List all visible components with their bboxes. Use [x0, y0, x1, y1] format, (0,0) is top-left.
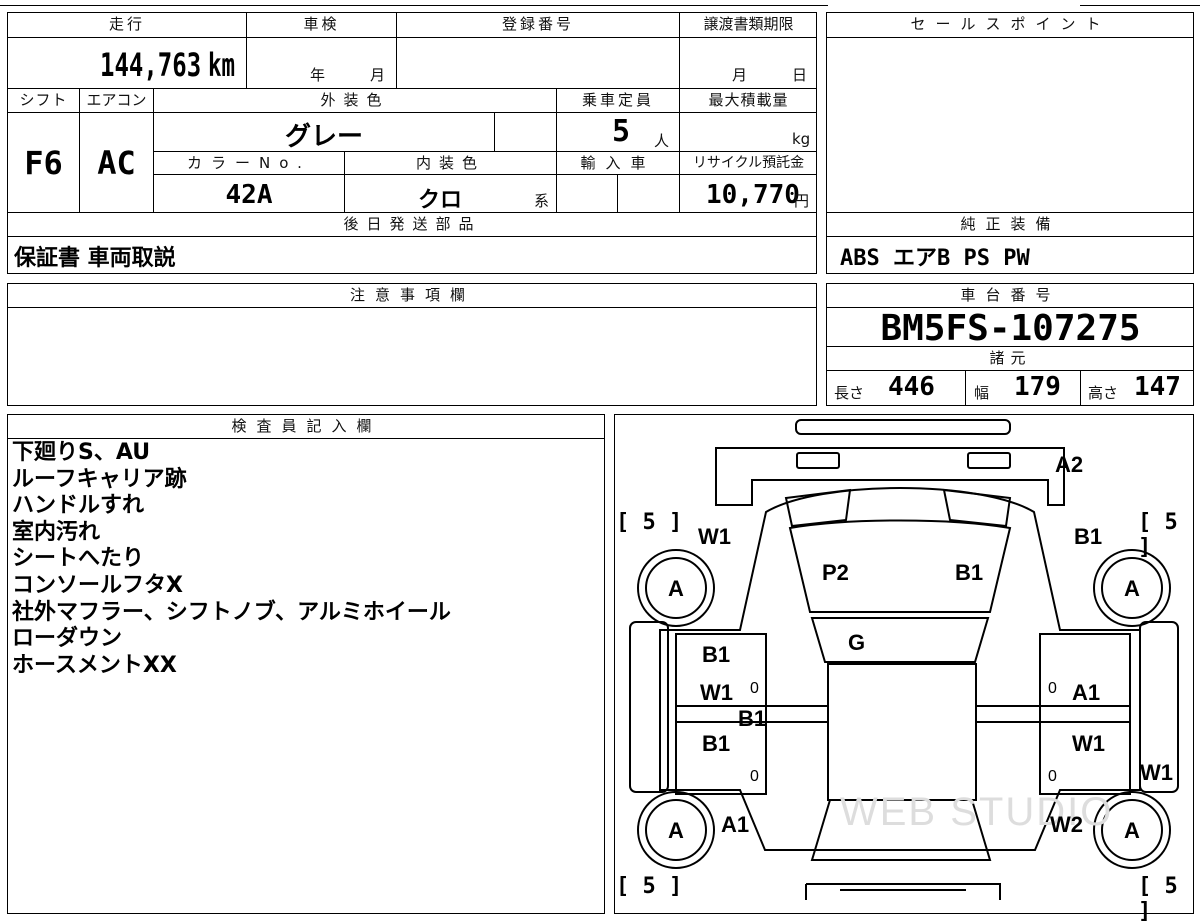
inspector-header: 検査員記入欄: [231, 417, 382, 435]
label-a2: A2: [1055, 452, 1084, 477]
label-w1-front-left: W1: [698, 524, 731, 549]
inspector-note: 社外マフラー、シフトノブ、アルミホイール: [12, 599, 451, 625]
import-header: 輸入車: [580, 154, 656, 172]
tread-rl: [ 5 ]: [616, 874, 683, 899]
height-label: 高さ: [1088, 384, 1119, 402]
specs-header: 諸元: [989, 349, 1032, 367]
label-b1-left-door2: B1: [702, 731, 731, 756]
top-rule: [0, 5, 828, 6]
notes-header: 注意事項欄: [349, 286, 475, 304]
capacity-header: 乗車定員: [581, 91, 654, 109]
label-w1-left-door: W1: [700, 680, 733, 705]
transfer-deadline-header: 譲渡書類期限: [703, 15, 794, 33]
label-g: G: [848, 630, 866, 655]
interior-suffix: 系: [534, 192, 550, 210]
shaken-year-unit: 年: [310, 66, 326, 84]
mark-zero-3: 0: [1048, 680, 1057, 697]
mileage-value: 144,763: [100, 46, 202, 84]
length-label: 長さ: [834, 384, 865, 402]
color-no-header: カラーNo.: [187, 154, 311, 172]
load-unit: kg: [792, 130, 811, 148]
label-p2: P2: [822, 560, 849, 585]
top-rule-right: [1080, 5, 1200, 6]
interior-color-value: クロ: [417, 188, 462, 213]
genuine-equipment-header: 純正装備: [960, 215, 1061, 233]
shift-header: シフト: [19, 91, 68, 109]
recycle-header: リサイクル預託金: [692, 155, 805, 171]
shaken-month-unit: 月: [370, 66, 386, 84]
tire-rear-left: A: [668, 818, 684, 843]
recycle-fee-value: 10,770: [706, 180, 800, 210]
shaken-header: 車検: [303, 15, 340, 33]
inspector-note: ホースメントXX: [12, 652, 177, 678]
label-w2-rear-right: W2: [1050, 812, 1083, 837]
inspector-note: 室内汚れ: [12, 519, 101, 545]
tire-rear-right: A: [1124, 818, 1140, 843]
deadline-month-unit: 月: [732, 66, 748, 84]
delivery-later-value: 保証書 車両取説: [14, 246, 176, 271]
exterior-color-value: グレー: [284, 122, 363, 152]
aircon-value: AC: [97, 144, 136, 182]
tire-front-left: A: [668, 576, 684, 601]
mileage-header: 走行: [108, 15, 145, 33]
mark-zero-1: 0: [750, 680, 759, 697]
label-a1-rear-left: A1: [721, 812, 750, 837]
label-b1-left-door1: B1: [702, 642, 731, 667]
recycle-unit: 円: [794, 192, 810, 210]
mark-zero-4: 0: [1048, 768, 1057, 785]
mark-zero-2: 0: [750, 768, 759, 785]
tread-fl: [ 5 ]: [616, 510, 683, 535]
label-w1-right-door: W1: [1072, 731, 1105, 756]
inspector-note: ローダウン: [12, 626, 123, 652]
height-value: 147: [1134, 372, 1181, 402]
length-value: 446: [888, 372, 935, 402]
label-b1-front-right: B1: [1074, 524, 1103, 549]
inspector-notes-list: 下廻りS、AU ルーフキャリア跡 ハンドルすれ 室内汚れ シートへたり コンソールフタX 社…: [12, 440, 602, 679]
max-load-header: 最大積載量: [708, 91, 789, 109]
inspector-note: ルーフキャリア跡: [12, 466, 187, 492]
inspector-note: 下廻りS、AU: [12, 440, 151, 465]
inspector-note: コンソールフタX: [12, 572, 183, 598]
genuine-equipment-value: ABS エアB PS PW: [840, 246, 1030, 271]
exterior-color-header: 外装色: [320, 91, 390, 109]
label-w1-right-side: W1: [1140, 760, 1173, 785]
registration-header: 登録番号: [501, 15, 574, 33]
inspector-note: シートへたり: [12, 546, 145, 572]
chassis-value: BM5FS-107275: [880, 308, 1141, 349]
capacity-unit: 人: [654, 132, 670, 150]
chassis-header: 車台番号: [960, 286, 1061, 304]
label-b1-hood: B1: [955, 560, 984, 585]
label-b1-pillar: B1: [738, 706, 767, 731]
delivery-later-header: 後日発送部品: [343, 215, 482, 233]
deadline-day-unit: 日: [792, 66, 808, 84]
inspector-note: ハンドルすれ: [12, 493, 145, 519]
tire-front-right: A: [1124, 576, 1140, 601]
label-a1-right-door: A1: [1072, 680, 1101, 705]
tread-rr: [ 5 ]: [1138, 874, 1178, 924]
shift-value: F6: [24, 144, 63, 182]
sales-point-box: [826, 12, 1194, 274]
mileage-unit: km: [208, 46, 235, 84]
aircon-header: エアコン: [86, 91, 147, 109]
interior-color-header: 内装色: [415, 154, 485, 172]
sales-point-header: セールスポイント: [910, 15, 1111, 33]
color-no-value: 42A: [225, 180, 273, 210]
width-label: 幅: [974, 384, 990, 402]
width-value: 179: [1014, 372, 1061, 402]
tread-fr: [ 5 ]: [1138, 510, 1178, 560]
capacity-value: 5: [612, 114, 631, 149]
